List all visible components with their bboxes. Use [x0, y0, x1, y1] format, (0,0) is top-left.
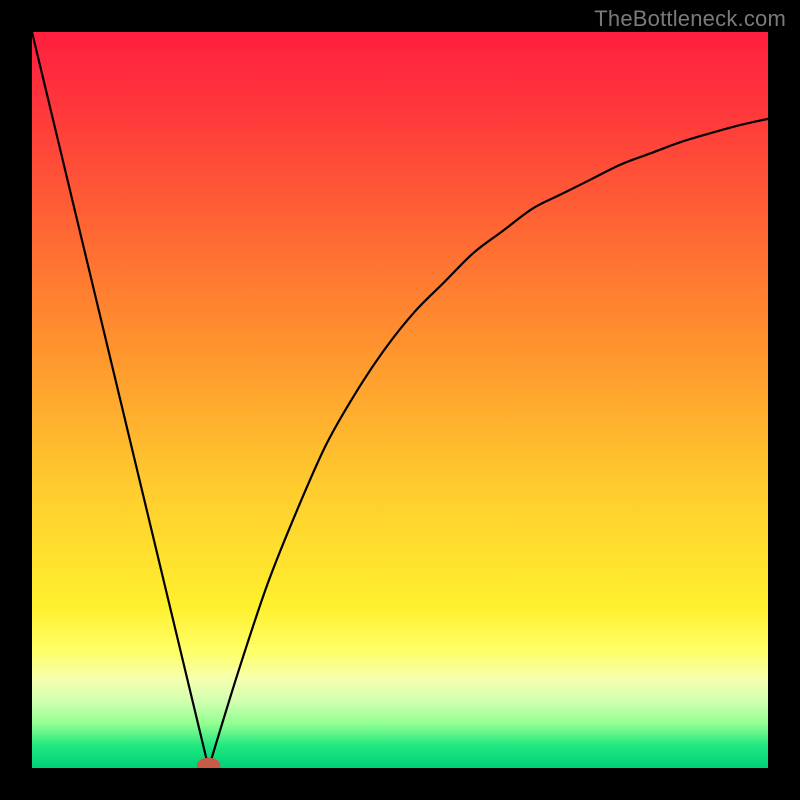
chart-svg	[32, 32, 768, 768]
watermark-text: TheBottleneck.com	[594, 6, 786, 32]
chart-frame: TheBottleneck.com	[0, 0, 800, 800]
plot-area	[32, 32, 768, 768]
gradient-background	[32, 32, 768, 768]
